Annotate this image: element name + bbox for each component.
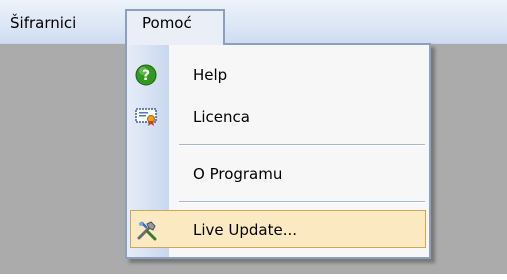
menu-item-licenca[interactable]: Licenca [127,98,429,136]
pomoc-dropdown-menu: ? Help Licenca O Programu Live Update... [125,43,431,259]
menu-bar: Šifrarnici Pomoć [0,0,507,45]
license-certificate-icon [135,106,157,128]
menu-item-help[interactable]: ? Help [127,56,429,94]
help-icon: ? [135,64,157,86]
menu-sifrarnici[interactable]: Šifrarnici [2,12,84,34]
menu-item-help-label: Help [193,66,228,84]
window-bottom-edge [0,274,507,280]
menu-item-live-update-label: Live Update... [193,221,298,239]
menu-separator [179,144,425,146]
menu-pomoc[interactable]: Pomoć [125,9,225,45]
live-update-tools-icon [136,219,158,241]
menu-item-o-programu-label: O Programu [193,165,283,183]
menu-item-licenca-label: Licenca [193,108,250,126]
menu-item-live-update[interactable]: Live Update... [130,210,426,248]
svg-text:?: ? [142,68,150,84]
menu-item-o-programu[interactable]: O Programu [127,155,429,193]
menu-separator [179,201,425,203]
